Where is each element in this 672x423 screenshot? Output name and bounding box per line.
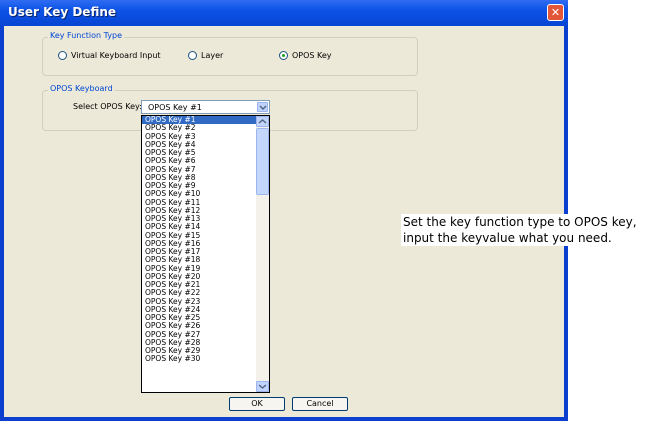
opos-key-select[interactable]: OPOS Key #1 — [141, 100, 270, 114]
scroll-down-button[interactable] — [256, 381, 269, 392]
radio-virtual-keyboard-input[interactable]: Virtual Keyboard Input — [58, 51, 161, 60]
radio-layer-label: Layer — [201, 51, 224, 60]
radio-opos-key-label: OPOS Key — [292, 51, 332, 60]
annotation-line-1: Set the key function type to OPOS key, — [403, 215, 637, 229]
close-icon: ✕ — [550, 6, 561, 19]
opos-key-dropdown-list[interactable]: OPOS Key #1 OPOS Key #2 OPOS Key #3 OPOS Ke… — [141, 115, 270, 393]
select-opos-key-label: Select OPOS Key: — [73, 102, 142, 111]
dropdown-items: OPOS Key #1 OPOS Key #2 OPOS Key #3 OPOS Ke… — [142, 116, 256, 364]
dropdown-toggle-button[interactable] — [257, 102, 268, 112]
annotation-line-2: input the keyvalue what you need. — [403, 231, 612, 245]
dropdown-scrollbar[interactable] — [256, 116, 269, 392]
radio-layer[interactable]: Layer — [188, 51, 223, 60]
radio-opos-key-circle[interactable] — [279, 51, 288, 60]
close-button[interactable]: ✕ — [547, 4, 564, 21]
opos-keyboard-legend: OPOS Keyboard — [48, 84, 115, 93]
ok-button[interactable]: OK — [229, 397, 285, 411]
instruction-annotation: Set the key function type to OPOS key, i… — [401, 214, 663, 246]
cancel-button[interactable]: Cancel — [292, 397, 348, 411]
chevron-up-icon — [258, 119, 267, 124]
chevron-down-icon — [259, 105, 267, 110]
opos-key-select-value: OPOS Key #1 — [148, 103, 202, 112]
radio-virtual-keyboard-input-label: Virtual Keyboard Input — [71, 51, 161, 60]
key-function-type-legend: Key Function Type — [48, 31, 124, 40]
scroll-up-button[interactable] — [256, 116, 269, 127]
dropdown-option[interactable]: OPOS Key #30 — [142, 354, 256, 363]
scroll-thumb[interactable] — [256, 128, 269, 195]
chevron-down-icon — [258, 384, 267, 389]
dialog-title: User Key Define — [8, 5, 117, 19]
radio-layer-circle[interactable] — [188, 51, 197, 60]
title-bar[interactable]: User Key Define ✕ — [0, 0, 568, 26]
radio-opos-key[interactable]: OPOS Key — [279, 51, 332, 60]
radio-virtual-keyboard-input-circle[interactable] — [58, 51, 67, 60]
user-key-define-dialog: User Key Define ✕ Key Function Type Virt… — [0, 0, 568, 421]
